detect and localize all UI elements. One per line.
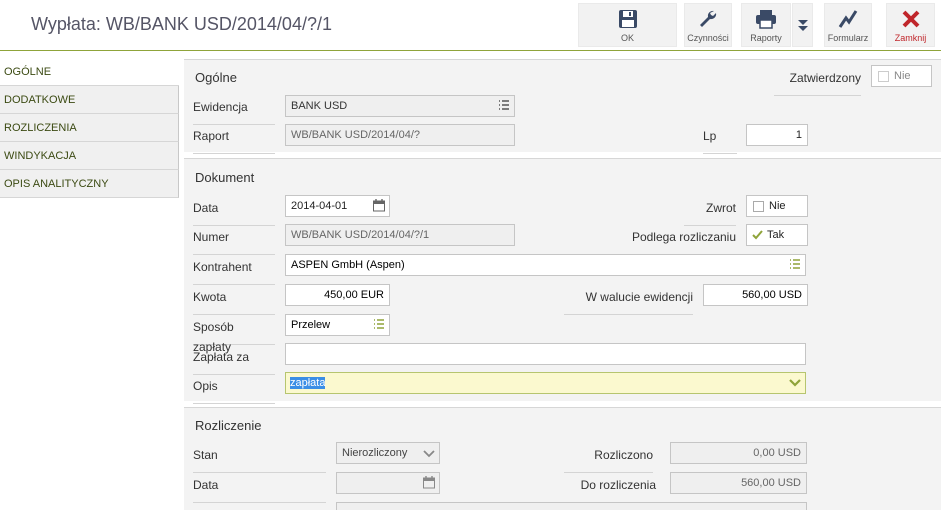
stan-dropdown[interactable]: Nierozliczony xyxy=(336,442,440,464)
chevron-down-icon xyxy=(797,20,808,31)
raport-label: Raport xyxy=(193,126,275,154)
zaplata-za-label: Zapłata za xyxy=(193,347,275,375)
rozliczenie-data-field xyxy=(336,472,440,494)
zwrot-value: Nie xyxy=(769,200,786,212)
ewidencja-field[interactable]: BANK USD xyxy=(285,95,515,117)
sidebar-item-ogolne[interactable]: OGÓLNE xyxy=(0,58,179,86)
printer-icon xyxy=(756,10,776,29)
kwota-label: Kwota xyxy=(193,287,275,315)
section-title: Ogólne xyxy=(195,70,237,85)
pulse-icon xyxy=(838,10,858,28)
kontrahent-label: Kontrahent xyxy=(193,257,275,285)
calendar-icon[interactable] xyxy=(373,199,385,212)
w-walucie-ewidencji-field[interactable]: 560,00 USD xyxy=(703,284,808,306)
chevron-down-icon xyxy=(423,450,435,458)
raporty-button[interactable]: Raporty xyxy=(741,3,791,47)
zamknij-label: Zamknij xyxy=(894,33,927,43)
czynnosci-label: Czynności xyxy=(687,33,729,43)
rozliczono-label: Rozliczono xyxy=(564,445,653,473)
list-icon[interactable] xyxy=(498,99,510,111)
sposob-zaplaty-label: Sposób zapłaty xyxy=(193,317,275,354)
list-icon[interactable] xyxy=(373,318,385,330)
zwrot-checkbox[interactable]: Nie xyxy=(746,195,808,217)
cut-off-field xyxy=(336,502,807,510)
do-rozliczenia-label: Do rozliczenia xyxy=(544,475,656,503)
rozliczono-field: 0,00 USD xyxy=(670,442,807,464)
sidebar-item-opis-analityczny[interactable]: OPIS ANALITYCZNY xyxy=(0,170,179,198)
sidebar-item-dodatkowe[interactable]: DODATKOWE xyxy=(0,86,179,114)
wrench-icon xyxy=(700,10,717,27)
podlega-rozliczaniu-value: Tak xyxy=(767,229,785,241)
save-icon xyxy=(618,10,637,28)
kontrahent-field[interactable]: ASPEN GmbH (Aspen) xyxy=(285,254,806,276)
lp-field[interactable]: 1 xyxy=(746,124,808,146)
ewidencja-value: BANK USD xyxy=(291,100,348,112)
czynnosci-button[interactable]: Czynności xyxy=(684,3,732,47)
header-divider xyxy=(0,50,941,51)
podlega-rozliczaniu-label: Podlega rozliczaniu xyxy=(604,227,736,255)
sposob-zaplaty-field[interactable]: Przelew xyxy=(285,314,390,336)
sidebar: OGÓLNE DODATKOWE ROZLICZENIA WINDYKACJA … xyxy=(0,58,179,198)
sidebar-item-rozliczenia[interactable]: ROZLICZENIA xyxy=(0,114,179,142)
do-rozliczenia-field: 560,00 USD xyxy=(670,472,807,494)
raporty-dropdown-button[interactable] xyxy=(792,3,813,47)
data-value: 2014-04-01 xyxy=(291,200,348,212)
data-field[interactable]: 2014-04-01 xyxy=(285,195,390,217)
zwrot-label: Zwrot xyxy=(684,198,736,226)
kontrahent-value: ASPEN GmbH (Aspen) xyxy=(291,259,405,271)
formularz-button[interactable]: Formularz xyxy=(824,3,872,47)
ewidencja-label: Ewidencja xyxy=(193,97,275,125)
w-walucie-ewidencji-label: W walucie ewidencji xyxy=(564,287,693,315)
checkbox-box xyxy=(878,71,889,82)
lp-label: Lp xyxy=(703,126,737,154)
zatwierdzony-label: Zatwierdzony xyxy=(774,68,861,96)
section-dokument: Dokument Data 2014-04-01 Zwrot Nie Numer… xyxy=(184,158,941,404)
sidebar-item-windykacja[interactable]: WINDYKACJA xyxy=(0,142,179,170)
zatwierdzony-value: Nie xyxy=(894,70,911,82)
section-ogolne: Ogólne Zatwierdzony Nie Ewidencja BANK U… xyxy=(184,59,941,154)
calendar-icon xyxy=(423,476,435,489)
podlega-rozliczaniu-checkbox[interactable]: Tak xyxy=(746,224,808,246)
section-rozliczenie: Rozliczenie Stan Nierozliczony Rozliczon… xyxy=(184,407,941,510)
zamknij-button[interactable]: Zamknij xyxy=(886,3,935,47)
list-icon[interactable] xyxy=(789,258,801,270)
numer-label: Numer xyxy=(193,227,275,255)
close-icon xyxy=(902,10,919,28)
stan-value: Nierozliczony xyxy=(342,447,408,459)
section-title: Rozliczenie xyxy=(195,418,262,433)
formularz-label: Formularz xyxy=(827,33,869,43)
raporty-label: Raporty xyxy=(750,33,782,43)
zatwierdzony-checkbox[interactable]: Nie xyxy=(871,65,932,87)
ok-button[interactable]: OK xyxy=(578,3,677,47)
numer-field: WB/BANK USD/2014/04/?/1 xyxy=(285,224,515,246)
zaplata-za-field[interactable] xyxy=(285,343,806,365)
checkmark-icon xyxy=(752,230,763,240)
opis-label: Opis xyxy=(193,376,275,404)
checkbox-box xyxy=(753,201,764,212)
opis-value: zapłata xyxy=(290,377,326,389)
kwota-field[interactable]: 450,00 EUR xyxy=(285,284,390,306)
data-label: Data xyxy=(193,198,275,226)
section-title: Dokument xyxy=(195,170,255,185)
title-bar: Wypłata: WB/BANK USD/2014/04/?/1 OK Czyn… xyxy=(0,0,941,50)
rozliczenie-data-label: Data xyxy=(193,475,326,503)
raport-field: WB/BANK USD/2014/04/? xyxy=(285,124,515,146)
window-title: Wypłata: WB/BANK USD/2014/04/?/1 xyxy=(31,14,332,34)
ok-label: OK xyxy=(620,33,634,43)
sposob-zaplaty-value: Przelew xyxy=(291,319,331,331)
chevron-down-icon[interactable] xyxy=(789,378,801,388)
opis-field[interactable]: zapłata xyxy=(285,372,806,394)
stan-label: Stan xyxy=(193,445,326,473)
